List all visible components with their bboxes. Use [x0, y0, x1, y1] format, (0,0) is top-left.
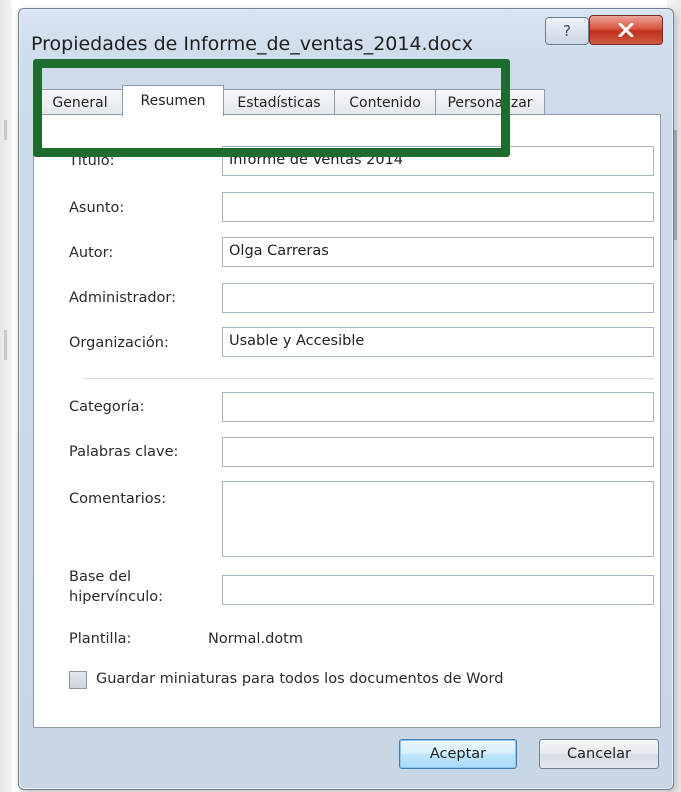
dialog-title: Propiedades de Informe_de_ventas_2014.do… — [31, 33, 473, 55]
tab-personalizar[interactable]: Personalizar — [435, 89, 545, 115]
cancelar-button[interactable]: Cancelar — [539, 739, 659, 769]
guardar-miniaturas-label[interactable]: Guardar miniaturas para todos los docume… — [96, 671, 503, 687]
aceptar-button[interactable]: Aceptar — [399, 739, 517, 769]
plantilla-label: Plantilla: — [69, 631, 132, 647]
properties-dialog: Propiedades de Informe_de_ventas_2014.do… — [18, 8, 674, 790]
base-hipervinculo-label-line2: hipervínculo: — [69, 589, 164, 605]
tab-resumen[interactable]: Resumen — [122, 85, 224, 116]
titulo-label: Título: — [69, 153, 115, 169]
base-hipervinculo-field[interactable] — [222, 575, 654, 605]
help-icon: ? — [563, 22, 571, 40]
guardar-miniaturas-checkbox[interactable] — [69, 671, 87, 689]
close-button[interactable] — [589, 15, 663, 45]
titulo-field[interactable]: Informe de Ventas 2014 — [222, 146, 654, 176]
palabras-clave-field[interactable] — [222, 437, 654, 467]
palabras-clave-label: Palabras clave: — [69, 444, 179, 460]
base-hipervinculo-label-line1: Base del — [69, 569, 132, 585]
organizacion-label: Organización: — [69, 335, 169, 351]
help-button[interactable]: ? — [545, 17, 589, 45]
asunto-label: Asunto: — [69, 200, 125, 216]
administrador-label: Administrador: — [69, 290, 176, 306]
autor-label: Autor: — [69, 245, 114, 261]
categoria-label: Categoría: — [69, 399, 145, 415]
section-divider — [84, 378, 654, 380]
plantilla-value: Normal.dotm — [208, 631, 303, 647]
tab-general[interactable]: General — [37, 89, 123, 115]
background-scrollbar — [674, 130, 677, 240]
comentarios-field[interactable] — [222, 481, 654, 557]
categoria-field[interactable] — [222, 392, 654, 422]
comentarios-label: Comentarios: — [69, 491, 167, 507]
tab-contenido[interactable]: Contenido — [334, 89, 436, 115]
resumen-panel: Título: Informe de Ventas 2014 Asunto: A… — [33, 114, 661, 728]
background-mark — [4, 330, 7, 360]
tab-estadisticas[interactable]: Estadísticas — [223, 89, 335, 115]
asunto-field[interactable] — [222, 192, 654, 222]
organizacion-field[interactable]: Usable y Accesible — [222, 327, 654, 357]
close-icon — [618, 23, 634, 37]
background-mark — [4, 120, 7, 140]
autor-field[interactable]: Olga Carreras — [222, 237, 654, 267]
administrador-field[interactable] — [222, 283, 654, 313]
background-left-strip — [0, 0, 12, 792]
